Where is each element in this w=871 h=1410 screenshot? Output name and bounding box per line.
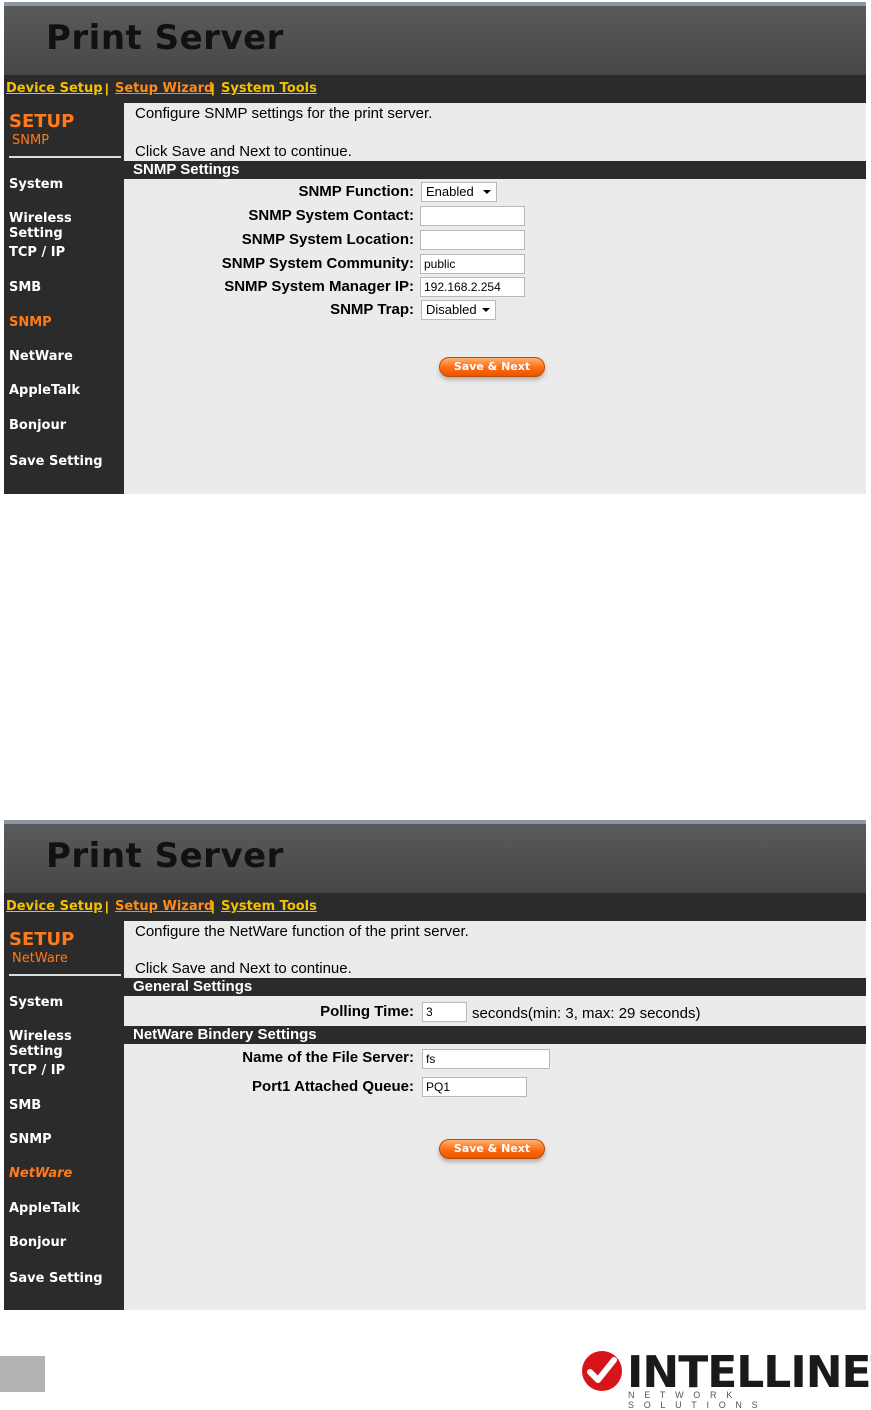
snmp-trap-label: SNMP Trap: [330, 301, 414, 318]
chevron-down-icon [482, 308, 490, 312]
sidebar-divider [9, 156, 121, 158]
sidebar-item-smb[interactable]: SMB [9, 280, 41, 295]
snmp-trap-select[interactable]: Disabled [421, 300, 496, 320]
intro-text: Configure the NetWare function of the pr… [135, 923, 469, 940]
file-server-input[interactable]: fs [422, 1049, 550, 1069]
sidebar-item-netware[interactable]: NetWare [9, 1166, 72, 1181]
polling-time-label: Polling Time: [320, 1003, 414, 1020]
snmp-location-input[interactable] [420, 230, 525, 250]
sidebar-item-wireless-setting[interactable]: Wireless Setting [9, 1029, 124, 1059]
sidebar-item-save-setting[interactable]: Save Setting [9, 454, 103, 469]
menu-system-tools[interactable]: System Tools [221, 899, 317, 914]
sidebar-item-netware[interactable]: NetWare [9, 349, 73, 364]
instruction-text: Click Save and Next to continue. [135, 143, 352, 160]
attached-queue-label: Port1 Attached Queue: [252, 1078, 414, 1095]
sidebar-heading: SETUP [9, 929, 75, 950]
save-next-button[interactable]: Save & Next [439, 1139, 545, 1159]
sidebar-item-system[interactable]: System [9, 995, 63, 1010]
sidebar-item-snmp[interactable]: SNMP [9, 1132, 52, 1147]
checkmark-logo-icon [582, 1351, 622, 1391]
top-menu: Device Setup | Setup Wizard | System Too… [4, 75, 866, 103]
menu-separator: | [105, 899, 109, 914]
menu-setup-wizard[interactable]: Setup Wizard [115, 81, 213, 96]
sidebar-item-save-setting[interactable]: Save Setting [9, 1271, 103, 1286]
sidebar-item-bonjour[interactable]: Bonjour [9, 418, 66, 433]
menu-device-setup[interactable]: Device Setup [6, 81, 103, 96]
menu-separator: | [211, 899, 215, 914]
sidebar-item-appletalk[interactable]: AppleTalk [9, 1201, 80, 1216]
brand-logo: INTELLINET NETWORK SOLUTIONS [580, 1347, 871, 1410]
app-title: Print Server [46, 18, 284, 58]
sidebar-divider [9, 974, 121, 976]
sidebar-item-smb[interactable]: SMB [9, 1098, 41, 1113]
netware-screen: Print Server Device Setup | Setup Wizard… [4, 820, 866, 1310]
sidebar-subheading: NetWare [12, 951, 68, 966]
snmp-community-label: SNMP System Community: [221, 255, 414, 272]
sidebar-item-system[interactable]: System [9, 177, 63, 192]
sidebar-heading: SETUP [9, 111, 75, 132]
sidebar-item-wireless-setting[interactable]: Wireless Setting [9, 211, 124, 241]
menu-separator: | [105, 81, 109, 96]
sidebar-item-appletalk[interactable]: AppleTalk [9, 383, 80, 398]
snmp-function-value: Enabled [426, 184, 474, 199]
sidebar: SETUP NetWare System Wireless Setting TC… [4, 921, 124, 1310]
sidebar: SETUP SNMP System Wireless Setting TCP /… [4, 103, 124, 494]
snmp-location-label: SNMP System Location: [241, 231, 414, 248]
attached-queue-input[interactable]: PQ1 [422, 1077, 527, 1097]
snmp-contact-label: SNMP System Contact: [248, 207, 414, 224]
menu-device-setup[interactable]: Device Setup [6, 899, 103, 914]
sidebar-item-snmp[interactable]: SNMP [9, 315, 52, 330]
sidebar-item-tcp-ip[interactable]: TCP / IP [9, 245, 65, 260]
file-server-label: Name of the File Server: [242, 1049, 414, 1066]
section-header-snmp-settings: SNMP Settings [124, 161, 866, 179]
snmp-contact-input[interactable] [420, 206, 525, 226]
save-next-button[interactable]: Save & Next [439, 357, 545, 377]
sidebar-item-bonjour[interactable]: Bonjour [9, 1235, 66, 1250]
snmp-trap-value: Disabled [426, 302, 477, 317]
instruction-text: Click Save and Next to continue. [135, 960, 352, 977]
polling-time-hint: seconds(min: 3, max: 29 seconds) [472, 1005, 701, 1022]
sidebar-subheading: SNMP [12, 133, 50, 148]
snmp-manager-ip-input[interactable]: 192.168.2.254 [420, 277, 525, 297]
section-header-bindery-settings: NetWare Bindery Settings [124, 1026, 866, 1044]
menu-setup-wizard[interactable]: Setup Wizard [115, 899, 213, 914]
app-title: Print Server [46, 836, 284, 876]
menu-separator: | [211, 81, 215, 96]
top-menu: Device Setup | Setup Wizard | System Too… [4, 893, 866, 921]
brand-tagline: NETWORK SOLUTIONS [628, 1390, 768, 1410]
polling-time-input[interactable]: 3 [422, 1002, 467, 1022]
chevron-down-icon [483, 190, 491, 194]
snmp-function-select[interactable]: Enabled [421, 182, 497, 202]
content-panel: Configure SNMP settings for the print se… [124, 103, 866, 494]
snmp-function-label: SNMP Function: [298, 183, 414, 200]
page-number-box [0, 1356, 45, 1392]
menu-system-tools[interactable]: System Tools [221, 81, 317, 96]
snmp-community-input[interactable]: public [420, 254, 525, 274]
snmp-manager-ip-label: SNMP System Manager IP: [224, 278, 414, 295]
title-bar: Print Server [4, 2, 866, 75]
section-header-general-settings: General Settings [124, 978, 866, 996]
sidebar-item-tcp-ip[interactable]: TCP / IP [9, 1063, 65, 1078]
intro-text: Configure SNMP settings for the print se… [135, 105, 433, 122]
title-bar: Print Server [4, 820, 866, 893]
snmp-screen: Print Server Device Setup | Setup Wizard… [4, 2, 866, 494]
content-panel: Configure the NetWare function of the pr… [124, 921, 866, 1310]
